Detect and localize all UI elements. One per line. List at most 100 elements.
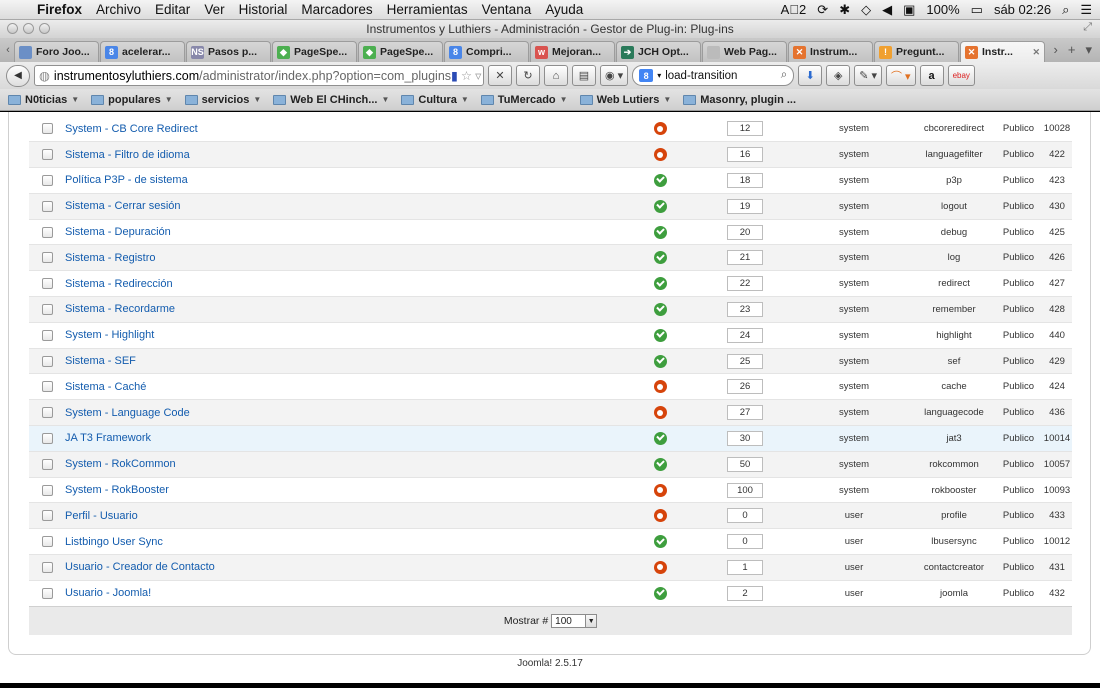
tab-12[interactable]: ✕ Instr... ✕: [960, 41, 1045, 62]
back-button[interactable]: ◀: [6, 64, 30, 87]
ordering-input[interactable]: 19: [727, 198, 763, 214]
enabled-check-icon[interactable]: [653, 535, 667, 549]
row-checkbox[interactable]: [41, 458, 53, 470]
menu-historial[interactable]: Historial: [232, 2, 295, 17]
ordering-input[interactable]: 1: [727, 559, 763, 575]
extension-button-1[interactable]: ◈: [826, 65, 851, 86]
plugin-name-link[interactable]: Sistema - Redirección: [65, 278, 173, 290]
plugin-name-link[interactable]: Usuario - Joomla!: [65, 587, 151, 599]
plugin-name-link[interactable]: Sistema - Depuración: [65, 226, 171, 238]
ordering-input[interactable]: 0: [727, 534, 763, 550]
plugin-name-link[interactable]: JA T3 Framework: [65, 432, 151, 444]
tab-1[interactable]: Foro Joo...: [14, 41, 99, 62]
row-checkbox[interactable]: [41, 252, 53, 264]
bookmark-folder-4[interactable]: Web El CHinch... ▼: [273, 94, 389, 106]
tab-7[interactable]: w Mejoran...: [530, 41, 615, 62]
disabled-circle-icon[interactable]: [653, 380, 667, 394]
bookmark-folder-8[interactable]: Masonry, plugin ...: [683, 94, 796, 106]
row-checkbox[interactable]: [41, 587, 53, 599]
enabled-check-icon[interactable]: [653, 586, 667, 600]
ordering-input[interactable]: 23: [727, 301, 763, 317]
menu-editar[interactable]: Editar: [148, 2, 197, 17]
feed-icon[interactable]: ▤: [572, 65, 596, 86]
tab-10[interactable]: ✕ Instrum...: [788, 41, 873, 62]
site-identity-icon[interactable]: ◍: [39, 68, 50, 83]
fullscreen-icon[interactable]: ⤢: [1083, 21, 1092, 34]
url-bar[interactable]: ◍ instrumentosyluthiers.com /administrat…: [34, 65, 484, 86]
plugin-name-link[interactable]: Sistema - Cerrar sesión: [65, 200, 181, 212]
bookmark-folder-1[interactable]: N0ticias ▼: [8, 94, 79, 106]
ebay-button[interactable]: ebay: [947, 65, 975, 86]
row-checkbox[interactable]: [41, 329, 53, 341]
ordering-input[interactable]: 12: [727, 121, 763, 137]
disabled-circle-icon[interactable]: [653, 560, 667, 574]
rainbow-extension-button[interactable]: ⌒ ▾: [885, 65, 916, 86]
ordering-input[interactable]: 24: [727, 327, 763, 343]
tab-2[interactable]: 8 acelerar...: [100, 41, 185, 62]
plugin-name-link[interactable]: Listbingo User Sync: [65, 536, 163, 548]
zoom-window-button[interactable]: [39, 23, 50, 34]
row-checkbox[interactable]: [41, 433, 53, 445]
tab-scroll-right-icon[interactable]: ›: [1054, 42, 1058, 58]
tab-9[interactable]: Web Pag...: [702, 41, 787, 62]
enabled-check-icon[interactable]: [653, 277, 667, 291]
reload-button[interactable]: ↻: [516, 65, 540, 86]
battery-status[interactable]: 100%: [926, 2, 959, 17]
bookmark-folder-6[interactable]: TuMercado ▼: [480, 94, 568, 106]
enabled-check-icon[interactable]: [653, 251, 667, 265]
ordering-input[interactable]: 16: [727, 147, 763, 163]
notification-center-icon[interactable]: ☰: [1080, 2, 1092, 18]
plugin-name-link[interactable]: Sistema - Recordarme: [65, 303, 175, 315]
tab-8[interactable]: ➔ JCH Opt...: [616, 41, 701, 62]
enabled-check-icon[interactable]: [653, 225, 667, 239]
bookmark-folder-2[interactable]: populares ▼: [91, 94, 173, 106]
row-checkbox[interactable]: [41, 226, 53, 238]
time-machine-icon[interactable]: ⟳: [817, 2, 828, 18]
menu-archivo[interactable]: Archivo: [89, 2, 148, 17]
enabled-check-icon[interactable]: [653, 431, 667, 445]
tab-4[interactable]: ◆ PageSpe...: [272, 41, 357, 62]
row-checkbox[interactable]: [41, 562, 53, 574]
chevron-down-icon[interactable]: ▼: [585, 615, 597, 627]
disabled-circle-icon[interactable]: [653, 122, 667, 136]
row-checkbox[interactable]: [41, 304, 53, 316]
bookmark-folder-3[interactable]: servicios ▼: [184, 94, 261, 106]
amazon-button[interactable]: a: [919, 65, 944, 86]
enabled-check-icon[interactable]: [653, 457, 667, 471]
plugin-name-link[interactable]: Perfil - Usuario: [65, 510, 138, 522]
plugin-name-link[interactable]: Sistema - SEF: [65, 355, 136, 367]
tab-11[interactable]: ! Pregunt...: [874, 41, 959, 62]
disabled-circle-icon[interactable]: [653, 509, 667, 523]
enabled-check-icon[interactable]: [653, 302, 667, 316]
close-window-button[interactable]: [7, 23, 18, 34]
menu-ver[interactable]: Ver: [197, 2, 231, 17]
minimize-window-button[interactable]: [23, 23, 34, 34]
ordering-input[interactable]: 2: [727, 585, 763, 601]
ordering-input[interactable]: 22: [727, 276, 763, 292]
plugin-name-link[interactable]: Política P3P - de sistema: [65, 174, 188, 186]
plugin-name-link[interactable]: Sistema - Caché: [65, 381, 146, 393]
volume-icon[interactable]: ◀: [882, 2, 892, 18]
row-checkbox[interactable]: [41, 381, 53, 393]
row-checkbox[interactable]: [41, 200, 53, 212]
home-button[interactable]: ⌂: [544, 65, 568, 86]
plugin-name-link[interactable]: Sistema - Filtro de idioma: [65, 149, 190, 161]
search-engine-dropdown-icon[interactable]: ▾: [657, 71, 661, 80]
bluetooth-icon[interactable]: ✱: [839, 2, 850, 18]
plugin-name-link[interactable]: System - RokBooster: [65, 484, 169, 496]
row-checkbox[interactable]: [41, 536, 53, 548]
tab-5[interactable]: ◆ PageSpe...: [358, 41, 443, 62]
row-checkbox[interactable]: [41, 123, 53, 135]
list-limit-select[interactable]: 100 ▼: [551, 614, 598, 628]
row-checkbox[interactable]: [41, 175, 53, 187]
ai-status[interactable]: A⃞2: [781, 2, 807, 17]
ordering-input[interactable]: 25: [727, 353, 763, 369]
ordering-input[interactable]: 26: [727, 379, 763, 395]
row-checkbox[interactable]: [41, 149, 53, 161]
spotlight-icon[interactable]: ⌕: [1062, 2, 1069, 18]
row-checkbox[interactable]: [41, 407, 53, 419]
ordering-input[interactable]: 50: [727, 456, 763, 472]
row-checkbox[interactable]: [41, 510, 53, 522]
ordering-input[interactable]: 21: [727, 250, 763, 266]
tab-6[interactable]: 8 Compri...: [444, 41, 529, 62]
